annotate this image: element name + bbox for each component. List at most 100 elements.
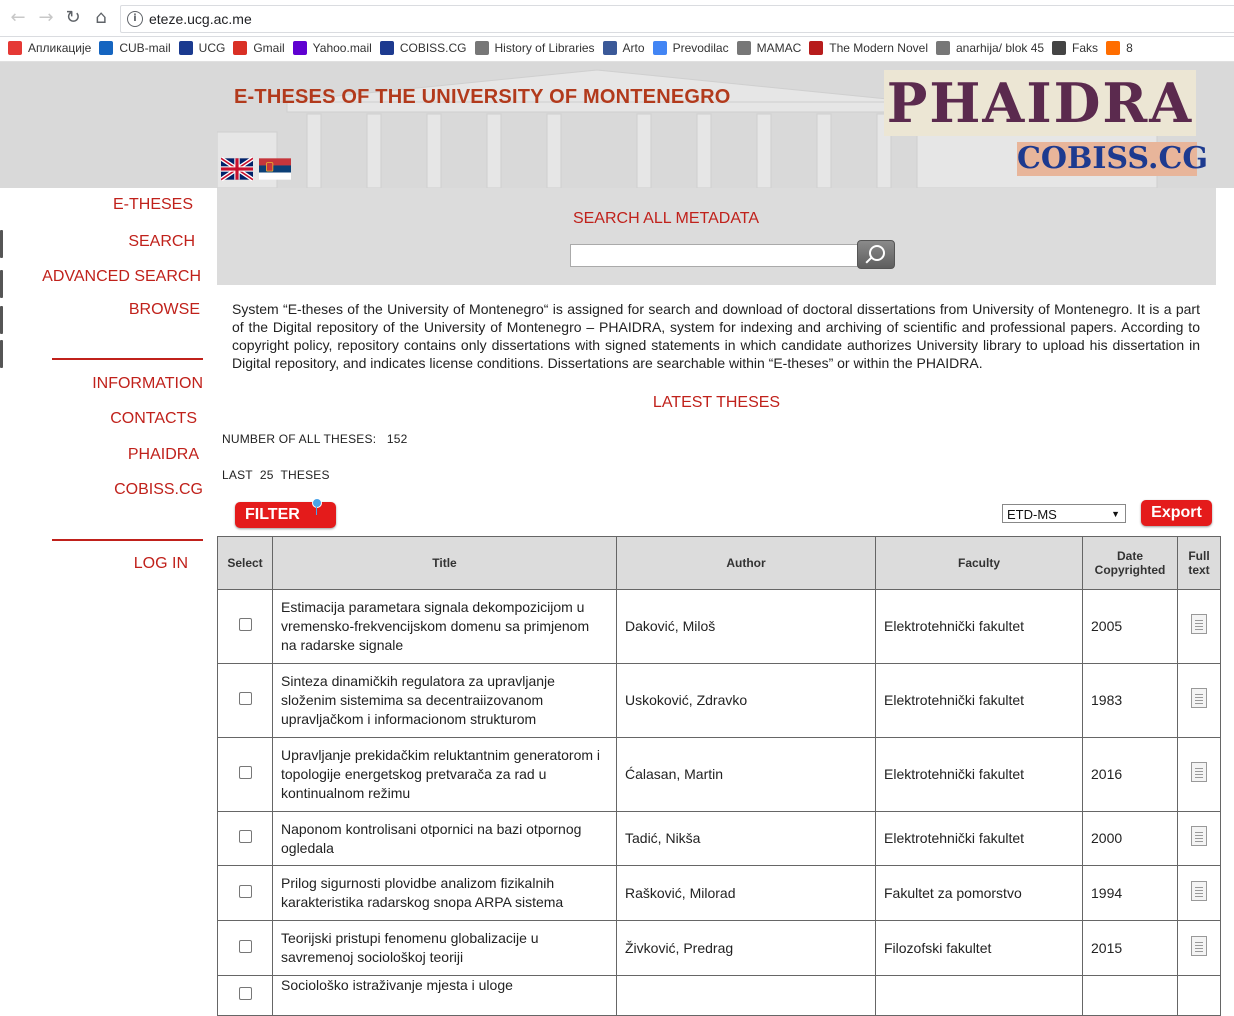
bookmark-item[interactable]: COBISS.CG <box>379 37 467 61</box>
side-handle <box>0 270 3 298</box>
table-row: Prilog sigurnosti plovidbe analizom fizi… <box>217 865 1221 921</box>
bookmark-item[interactable]: Arto <box>602 37 645 61</box>
bookmark-item[interactable]: 8 <box>1106 37 1133 61</box>
thesis-author[interactable]: Ćalasan, Martin <box>616 737 876 812</box>
thesis-author[interactable]: Živković, Predrag <box>616 920 876 976</box>
document-icon[interactable] <box>1191 880 1207 901</box>
column-header-author[interactable]: Author <box>616 536 876 590</box>
facebook-icon <box>602 41 617 55</box>
select-cell <box>217 663 273 738</box>
thesis-title[interactable]: Estimacija parametara signala dekompozic… <box>272 589 617 664</box>
intro-text: System “E-theses of the University of Mo… <box>232 301 1200 371</box>
phaidra-logo[interactable]: PHAIDRA <box>884 70 1196 136</box>
filter-button[interactable]: FILTER <box>235 498 336 528</box>
document-icon[interactable] <box>1191 614 1207 634</box>
thesis-title[interactable]: Sinteza dinamičkih regulatora za upravlj… <box>272 663 617 738</box>
thesis-date: 1983 <box>1082 663 1178 738</box>
document-icon[interactable] <box>1191 762 1207 782</box>
sidebar-divider <box>52 358 203 360</box>
thesis-title[interactable]: Prilog sigurnosti plovidbe analizom fizi… <box>272 865 617 921</box>
dropdown-arrow-icon: ▼ <box>1111 509 1120 519</box>
nav-information[interactable]: INFORMATION <box>92 375 203 393</box>
fulltext-cell <box>1177 589 1221 664</box>
bookmark-item[interactable]: anarhija/ blok 45 <box>935 37 1044 61</box>
bookmark-item[interactable]: The Modern Novel <box>809 37 928 61</box>
reload-icon[interactable]: ↻ <box>63 8 83 28</box>
thesis-author[interactable] <box>616 975 876 1016</box>
bookmark-item[interactable]: Gmail <box>233 37 285 61</box>
serbia-flag-icon[interactable] <box>259 157 292 181</box>
bookmark-label: Апликације <box>28 41 92 55</box>
nav-log-in[interactable]: LOG IN <box>134 555 188 573</box>
uk-flag-icon[interactable] <box>221 157 253 181</box>
select-checkbox[interactable] <box>238 830 252 843</box>
count-label: NUMBER OF ALL THESES: <box>222 432 377 446</box>
select-cell <box>217 920 273 976</box>
nav-advanced-search[interactable]: ADVANCED SEARCH <box>42 268 201 286</box>
nav-search[interactable]: SEARCH <box>128 233 195 251</box>
bookmark-item[interactable]: MAMAC <box>736 37 802 61</box>
document-icon[interactable] <box>1191 688 1207 708</box>
back-arrow-icon[interactable]: ← <box>8 8 28 28</box>
column-header-date[interactable]: Date Copyrighted <box>1082 536 1178 590</box>
select-checkbox[interactable] <box>238 692 252 705</box>
bookmark-item[interactable]: Апликације <box>8 37 91 61</box>
last-suffix: THESES <box>280 468 330 482</box>
search-button[interactable] <box>857 240 895 269</box>
select-checkbox[interactable] <box>238 939 252 953</box>
nav-cobiss[interactable]: COBISS.CG <box>114 481 203 499</box>
bookmark-item[interactable]: UCG <box>178 37 225 61</box>
forward-arrow-icon[interactable]: → <box>36 8 56 28</box>
thesis-author[interactable]: Uskoković, Zdravko <box>616 663 876 738</box>
column-header-title[interactable]: Title <box>272 536 617 590</box>
select-checkbox[interactable] <box>238 618 252 631</box>
bookmark-label: CUB-mail <box>119 41 171 55</box>
theses-table: Select Title Author Faculty Date Copyrig… <box>217 536 1221 1016</box>
thesis-title[interactable]: Naponom kontrolisani otpornici na bazi o… <box>272 811 617 866</box>
count-value: 152 <box>386 432 408 446</box>
bookmark-label: Faks <box>1072 41 1099 55</box>
select-checkbox[interactable] <box>238 766 252 779</box>
document-icon[interactable] <box>1191 935 1207 956</box>
thesis-author[interactable]: Tadić, Nikša <box>616 811 876 866</box>
thesis-date: 1994 <box>1082 865 1178 921</box>
address-bar[interactable]: i eteze.ucg.ac.me <box>120 5 1234 33</box>
m-icon <box>809 41 824 55</box>
bookmark-item[interactable]: CUB-mail <box>99 37 171 61</box>
address-url[interactable]: eteze.ucg.ac.me <box>149 11 252 27</box>
thesis-date: 2015 <box>1082 920 1178 976</box>
bookmark-label: Arto <box>622 41 645 55</box>
bookmark-label: MAMAC <box>756 41 802 55</box>
nav-browse[interactable]: BROWSE <box>129 301 200 319</box>
sidebar-nav: E-THESES SEARCH ADVANCED SEARCH BROWSE I… <box>0 188 217 994</box>
select-checkbox[interactable] <box>238 884 252 898</box>
thesis-author[interactable]: Rašković, Milorad <box>616 865 876 921</box>
column-header-faculty[interactable]: Faculty <box>875 536 1083 590</box>
search-input[interactable] <box>570 244 858 267</box>
info-icon[interactable]: i <box>127 11 143 27</box>
latest-theses-title: LATEST THESES <box>652 394 781 411</box>
home-icon[interactable]: ⌂ <box>91 8 111 28</box>
thesis-faculty: Filozofski fakultet <box>875 920 1083 976</box>
document-icon[interactable] <box>1191 826 1207 846</box>
language-switcher <box>221 157 293 181</box>
bookmark-item[interactable]: Prevodilac <box>652 37 729 61</box>
format-value: ETD-MS <box>1007 507 1057 522</box>
thesis-author[interactable]: Daković, Miloš <box>616 589 876 664</box>
bookmark-item[interactable]: Yahoo.mail <box>292 37 372 61</box>
thesis-title[interactable]: Sociološko istraživanje mjesta i uloge <box>272 975 617 1016</box>
export-button[interactable]: Export <box>1141 500 1212 526</box>
nav-contacts[interactable]: CONTACTS <box>110 410 197 428</box>
nav-e-theses[interactable]: E-THESES <box>113 196 193 214</box>
bookmark-item[interactable]: History of Libraries <box>474 37 595 61</box>
thesis-title[interactable]: Teorijski pristupi fenomenu globalizacij… <box>272 920 617 976</box>
cobiss-logo[interactable]: COBISS.CG <box>1017 142 1208 176</box>
thesis-title[interactable]: Upravljanje prekidačkim reluktantnim gen… <box>272 737 617 812</box>
bookmark-item[interactable]: Faks <box>1052 37 1098 61</box>
format-select[interactable]: ETD-MS ▼ <box>1002 504 1126 523</box>
gmail-icon <box>233 41 248 55</box>
ucg-icon <box>178 41 193 55</box>
table-row: Sociološko istraživanje mjesta i uloge <box>217 975 1221 1016</box>
nav-phaidra[interactable]: PHAIDRA <box>128 446 199 464</box>
site-title[interactable]: E-THESES OF THE UNIVERSITY OF MONTENEGRO <box>234 86 731 109</box>
